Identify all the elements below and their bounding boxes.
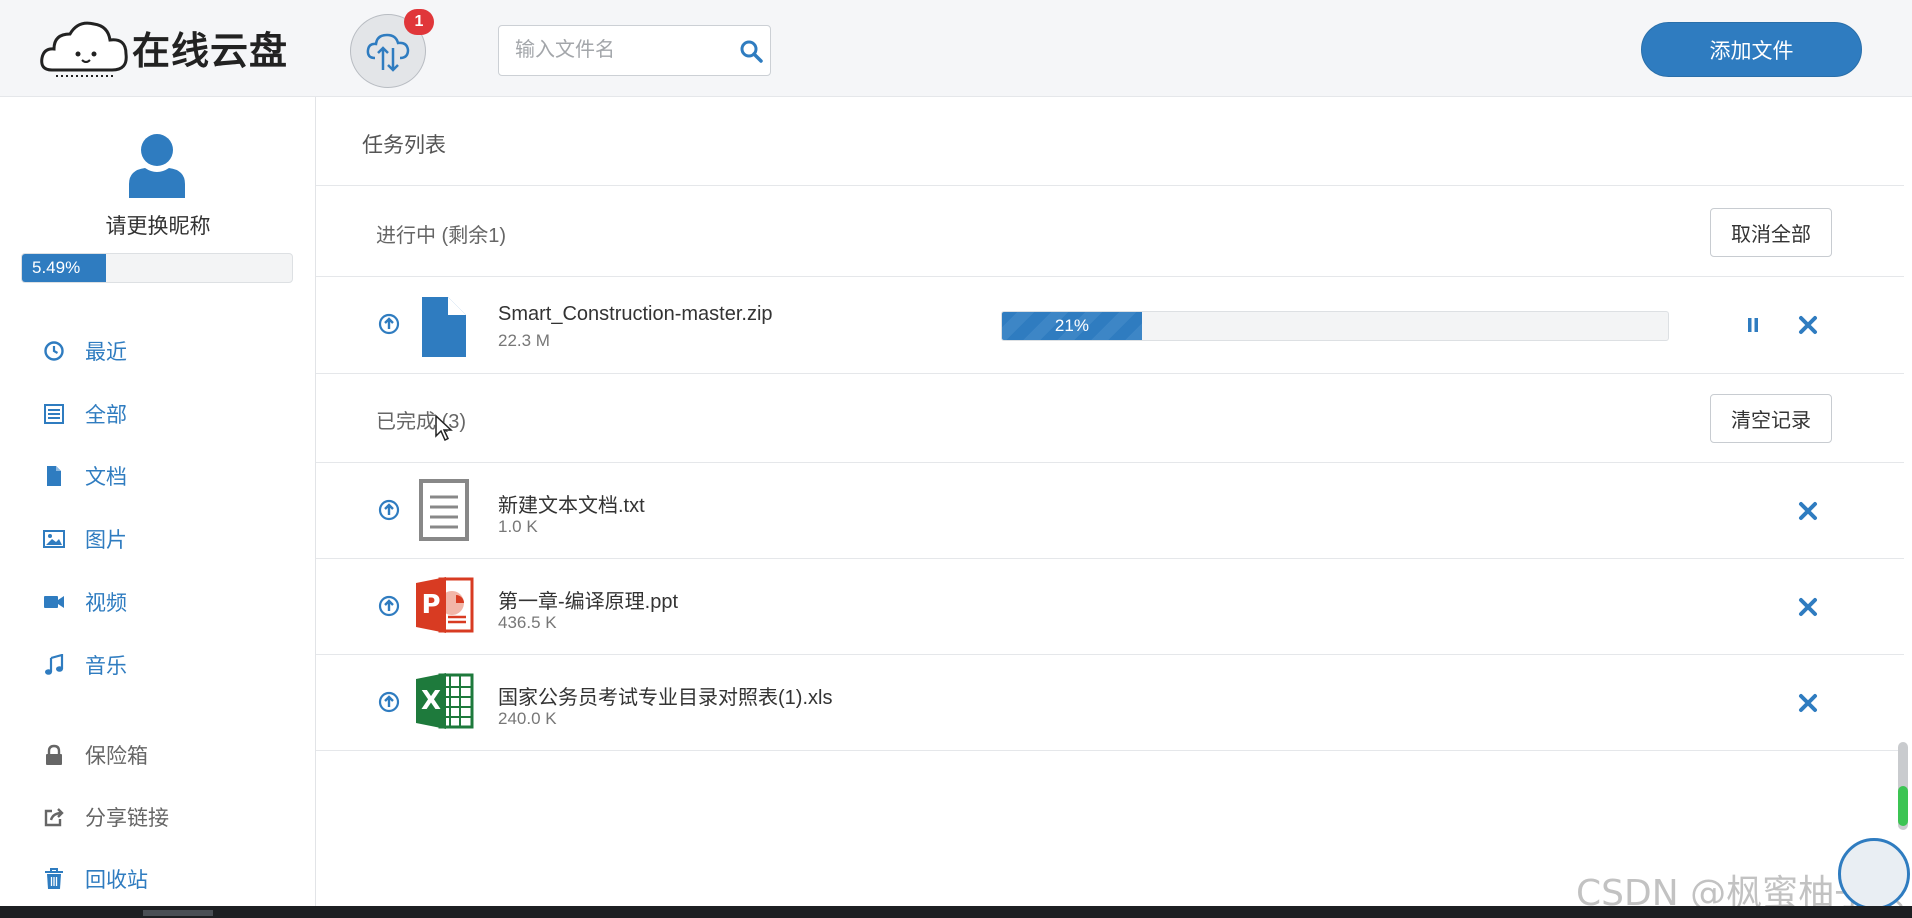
clock-icon (44, 341, 64, 361)
add-file-button[interactable]: 添加文件 (1641, 22, 1862, 77)
taskbar-item[interactable] (143, 910, 213, 916)
file-icon (422, 296, 467, 357)
divider (316, 750, 1904, 751)
sidebar-item-label: 文档 (85, 466, 127, 489)
sidebar-item-all[interactable]: 全部 (0, 392, 316, 436)
txt-file-icon (419, 479, 469, 541)
storage-quota-text: 5.49% (32, 258, 81, 277)
ppt-file-icon: P (416, 577, 474, 633)
sidebar-item-videos[interactable]: 视频 (0, 580, 316, 624)
file-name: Smart_Construction-master.zip (498, 303, 773, 325)
file-size: 1.0 K (498, 517, 538, 536)
search-icon[interactable] (738, 38, 764, 64)
avatar[interactable] (127, 132, 187, 198)
task-panel: 任务列表 进行中 (剩余1) 取消全部 Smart_Construction-m… (316, 97, 1904, 906)
sidebar: 请更换昵称 5.49% 最近 全部 文档 图片 视频 音乐 保险箱 分享链接 回… (0, 97, 316, 906)
pause-icon[interactable] (1740, 312, 1766, 338)
share-icon (44, 808, 64, 827)
sidebar-item-label: 分享链接 (85, 807, 169, 830)
file-name: 国家公务员考试专业目录对照表(1).xls (498, 687, 833, 709)
upload-icon (378, 595, 400, 617)
sidebar-item-label: 全部 (85, 404, 127, 427)
sidebar-item-recent[interactable]: 最近 (0, 329, 316, 373)
assistant-bubble-icon[interactable] (1838, 838, 1910, 910)
sidebar-item-label: 保险箱 (85, 745, 148, 768)
close-icon[interactable] (1795, 312, 1821, 338)
video-icon (44, 596, 64, 608)
task-row: Smart_Construction-master.zip 22.3 M 21% (316, 277, 1904, 373)
file-name: 第一章-编译原理.ppt (498, 591, 679, 613)
upload-icon (378, 499, 400, 521)
panel-title: 任务列表 (362, 134, 446, 157)
sidebar-item-label: 视频 (85, 592, 127, 615)
close-icon[interactable] (1795, 594, 1821, 620)
upload-progress-text: 21% (1054, 316, 1089, 335)
xls-file-icon: X (416, 673, 474, 729)
close-icon[interactable] (1795, 498, 1821, 524)
scrollbar-indicator (1898, 786, 1908, 826)
logo[interactable]: 在线云盘 (38, 16, 288, 78)
music-icon (45, 654, 64, 675)
file-size: 22.3 M (498, 331, 550, 350)
divider (316, 373, 1904, 374)
top-header: 在线云盘 1 添加文件 (0, 0, 1912, 97)
file-size: 436.5 K (498, 613, 557, 632)
cancel-all-button[interactable]: 取消全部 (1710, 208, 1832, 257)
svg-text:X: X (421, 686, 441, 716)
trash-icon (45, 868, 63, 889)
upload-icon (378, 313, 400, 335)
sidebar-item-label: 图片 (85, 529, 127, 552)
sidebar-item-recycle-bin[interactable]: 回收站 (0, 857, 316, 901)
list-icon (44, 404, 64, 424)
cloud-transfer-icon (366, 33, 410, 72)
search-box (498, 25, 771, 76)
sidebar-item-music[interactable]: 音乐 (0, 643, 316, 687)
cloud-logo-icon (40, 21, 128, 77)
task-row: P 第一章-编译原理.ppt 436.5 K (316, 559, 1904, 655)
sidebar-item-label: 回收站 (85, 869, 148, 892)
sidebar-item-safe-box[interactable]: 保险箱 (0, 733, 316, 777)
storage-quota-bar: 5.49% (21, 253, 293, 283)
close-icon[interactable] (1795, 690, 1821, 716)
svg-text:P: P (421, 590, 440, 620)
divider (316, 185, 1904, 186)
file-name: 新建文本文档.txt (498, 495, 645, 517)
clear-history-button[interactable]: 清空记录 (1710, 394, 1832, 443)
image-icon (43, 530, 65, 548)
sidebar-item-images[interactable]: 图片 (0, 517, 316, 561)
sidebar-item-share-links[interactable]: 分享链接 (0, 795, 316, 839)
search-input[interactable] (515, 26, 725, 75)
sidebar-item-label: 最近 (85, 341, 127, 364)
nickname[interactable]: 请更换昵称 (0, 210, 316, 240)
file-size: 240.0 K (498, 709, 557, 728)
upload-icon (378, 691, 400, 713)
document-icon (47, 466, 61, 486)
mouse-cursor-icon (435, 414, 453, 442)
task-row: X 国家公务员考试专业目录对照表(1).xls 240.0 K (316, 655, 1904, 751)
lock-icon (46, 744, 62, 765)
sidebar-item-documents[interactable]: 文档 (0, 454, 316, 498)
task-row: 新建文本文档.txt 1.0 K (316, 463, 1904, 559)
taskbar (0, 906, 1912, 918)
app-title: 在线云盘 (132, 28, 289, 73)
sidebar-item-label: 音乐 (85, 655, 127, 678)
transfer-count-badge: 1 (404, 9, 434, 35)
in-progress-header: 进行中 (剩余1) (376, 225, 506, 247)
upload-progress-bar: 21% (1001, 311, 1669, 341)
